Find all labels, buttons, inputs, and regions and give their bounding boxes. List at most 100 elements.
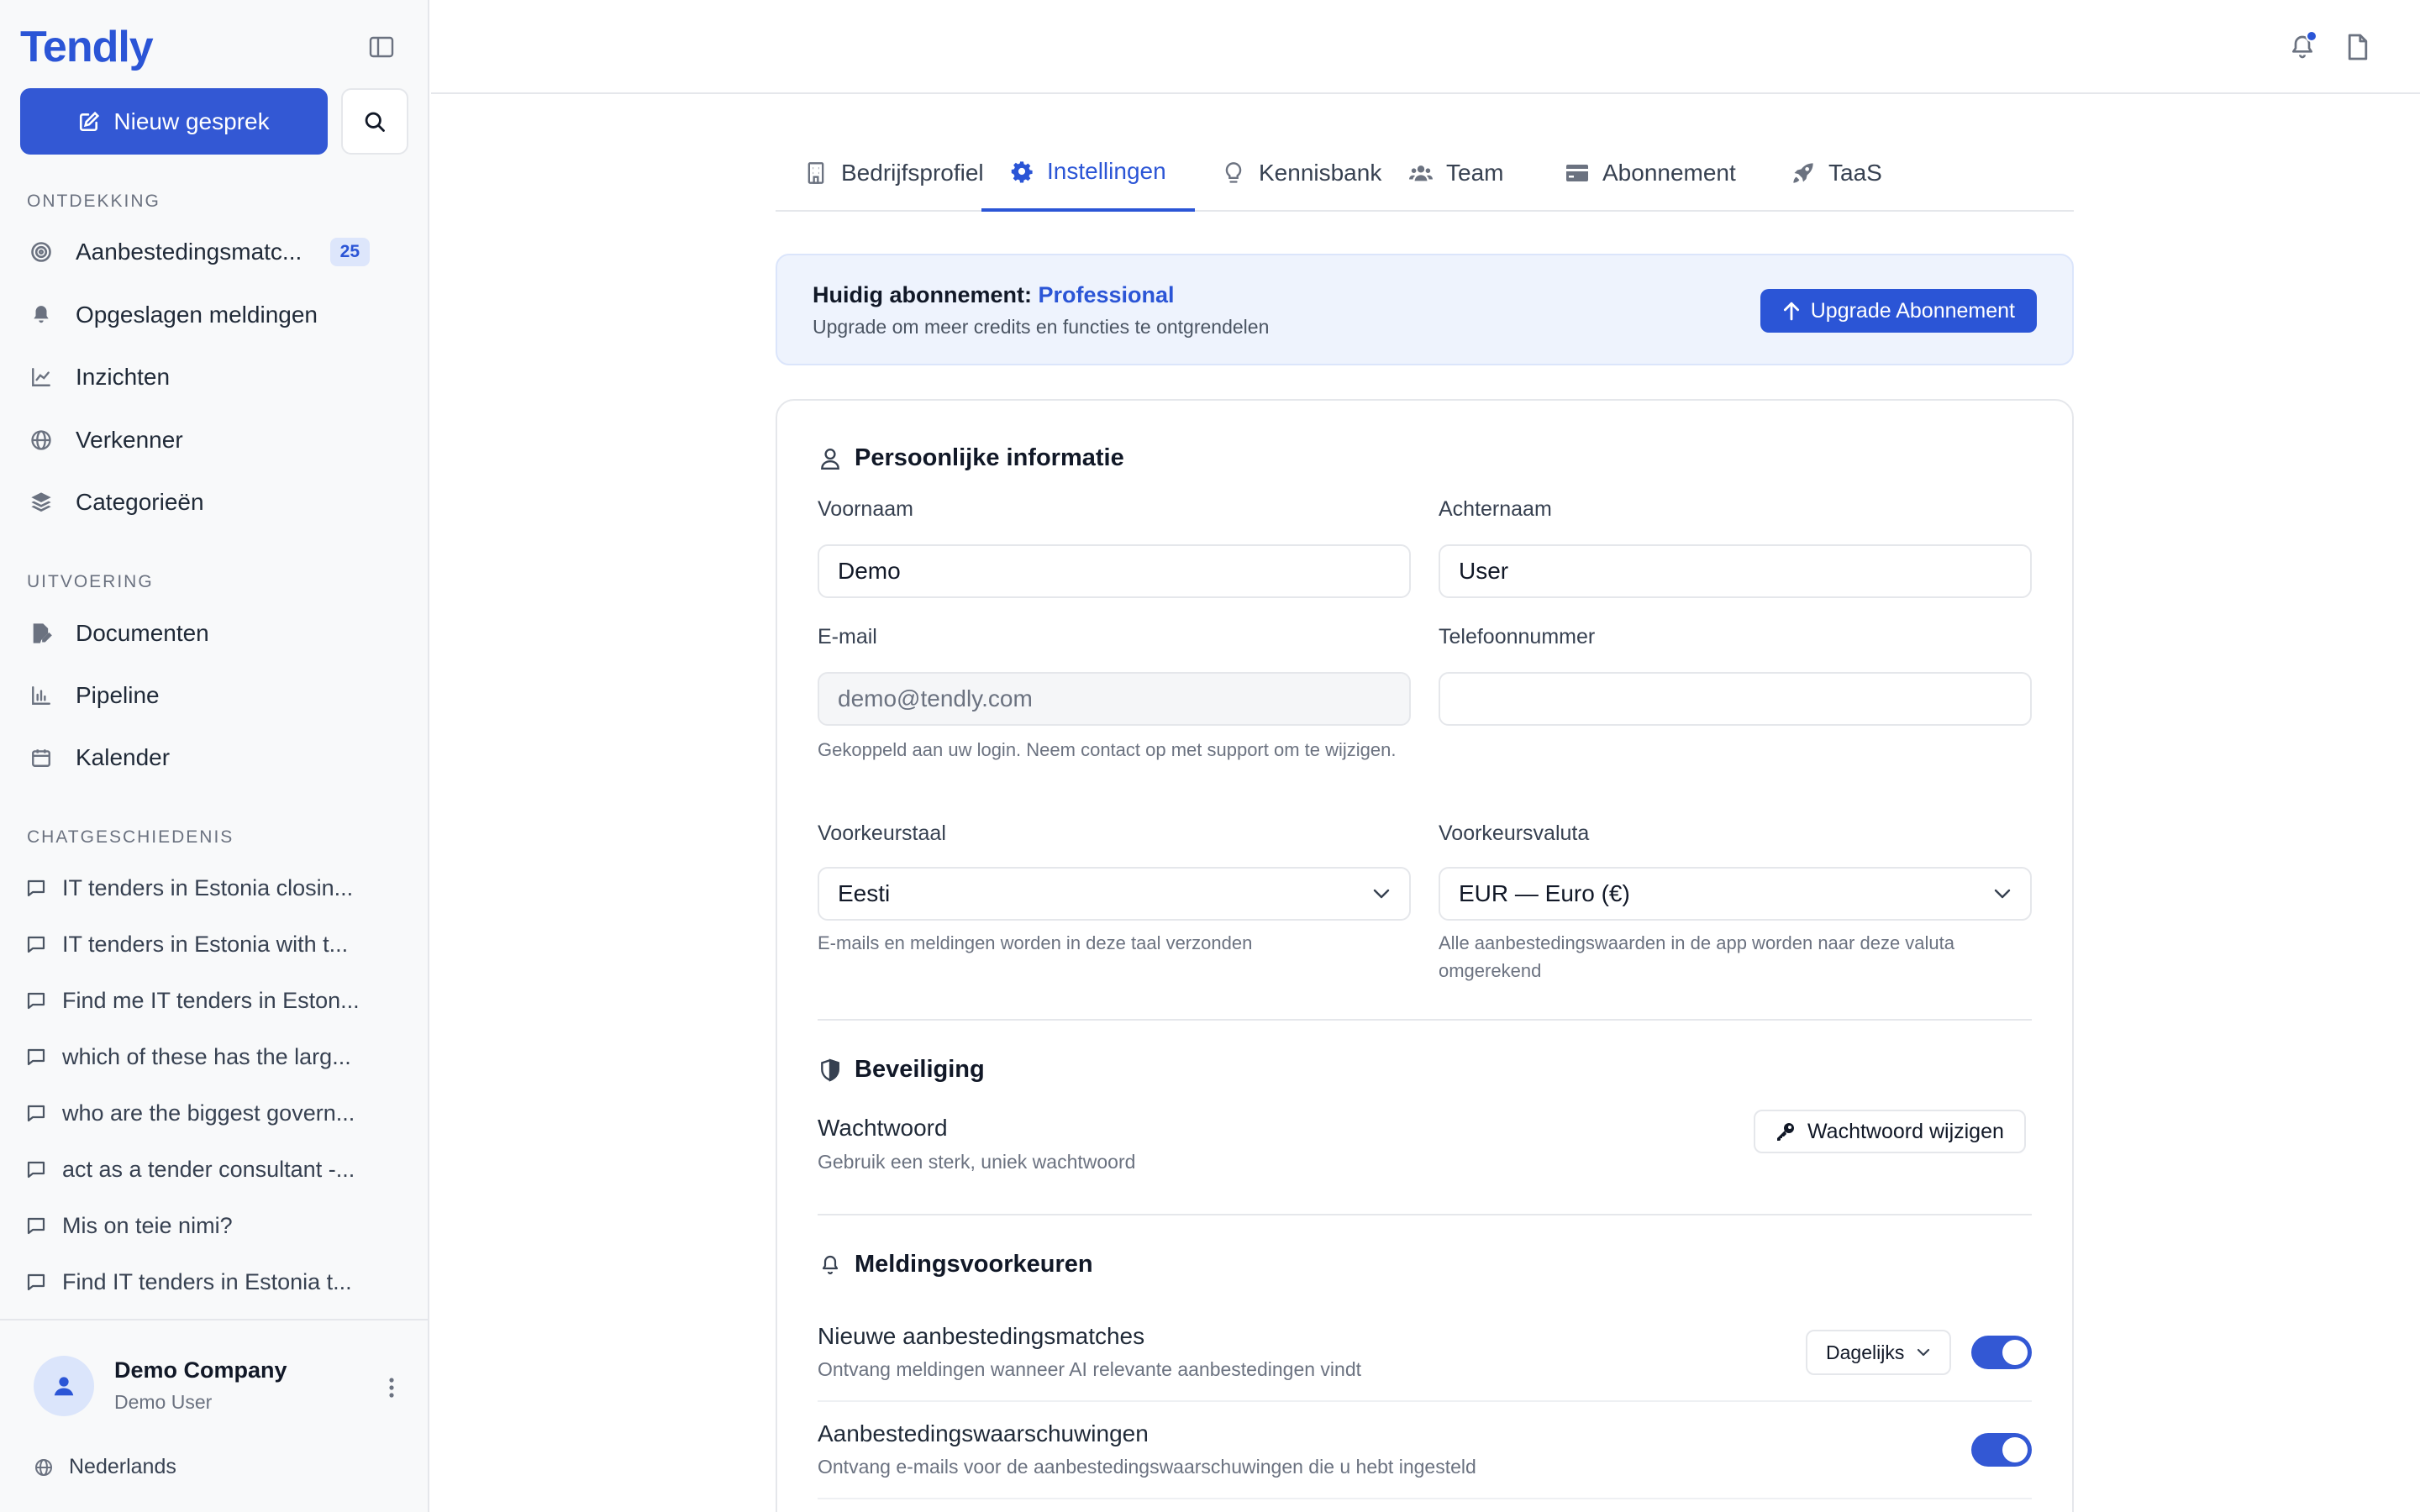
chat-history-item[interactable]: IT tenders in Estonia with t... [20, 921, 403, 968]
chat-history-item[interactable]: which of these has the larg... [20, 1033, 403, 1080]
tab-company-profile[interactable]: Bedrijfsprofiel [776, 134, 1013, 212]
file-edit-icon [29, 621, 54, 646]
last-name-input[interactable] [1439, 544, 2032, 598]
email-hint: Gekoppeld aan uw login. Neem contact op … [818, 739, 1397, 760]
tab-subscription[interactable]: Abonnement [1537, 134, 1765, 212]
first-name-label: Voornaam [818, 497, 913, 521]
email-label: E-mail [818, 625, 877, 648]
plan-title: Huidig abonnement: Professional [813, 282, 1175, 308]
selected-language: Eesti [838, 880, 891, 906]
chevron-down-icon [1373, 889, 1390, 899]
tab-label: TaaS [1828, 160, 1882, 186]
chat-history-item[interactable]: Find me IT tenders in Eston... [20, 977, 403, 1024]
chat-history-item[interactable]: Mis on teie nimi? [20, 1202, 403, 1249]
sidebar-footer: Demo Company Demo User Nederlands [0, 1319, 429, 1512]
row-separator [818, 1498, 2032, 1499]
preferred-currency-select[interactable]: EUR — Euro (€) [1439, 867, 2032, 921]
change-password-label: Wachtwoord wijzigen [1807, 1119, 2004, 1143]
new-matches-toggle[interactable] [1971, 1336, 2032, 1369]
more-options-button[interactable] [383, 1371, 400, 1404]
bell-icon [29, 302, 54, 328]
rocket-icon [1791, 161, 1815, 185]
sidebar-item-documents[interactable]: Documenten [20, 606, 403, 660]
message-icon [25, 1046, 47, 1068]
notification-row-subtitle: Ontvang e-mails voor de aanbestedingswaa… [818, 1456, 1476, 1478]
tab-knowledge-base[interactable]: Kennisbank [1193, 134, 1410, 212]
message-icon [25, 933, 47, 955]
sidebar-item-label: Kalender [76, 744, 171, 770]
language-switcher[interactable]: Nederlands [34, 1455, 176, 1479]
chat-history-item[interactable]: who are the biggest govern... [20, 1089, 403, 1137]
subscription-banner: Huidig abonnement: Professional Upgrade … [776, 254, 2074, 365]
sidebar-item-tender-matches[interactable]: Aanbestedingsmatc... 25 [20, 225, 403, 279]
sidebar-item-explorer[interactable]: Verkenner [20, 413, 403, 467]
chat-history-label: which of these has the larg... [62, 1043, 351, 1069]
avatar[interactable] [34, 1356, 94, 1416]
tab-label: Team [1446, 160, 1504, 186]
credit-card-icon [1565, 161, 1589, 185]
chat-history-item[interactable]: Find IT tenders in Estonia t... [20, 1258, 403, 1305]
plan-subtitle: Upgrade om meer credits en functies te o… [813, 316, 1270, 338]
arrow-up-icon [1783, 302, 1799, 321]
chat-history-item[interactable]: IT tenders in Estonia closin... [20, 864, 403, 911]
lightbulb-icon [1222, 161, 1245, 185]
message-icon [25, 1271, 47, 1293]
shield-icon [818, 1058, 843, 1083]
chat-history-label: IT tenders in Estonia with t... [62, 931, 349, 957]
message-icon [25, 1215, 47, 1236]
building-icon [804, 161, 828, 185]
count-badge: 25 [329, 238, 370, 266]
sidebar-item-saved-alerts[interactable]: Opgeslagen meldingen [20, 288, 403, 342]
notification-preferences-heading: Meldingsvoorkeuren [818, 1251, 1093, 1278]
phone-input[interactable] [1439, 672, 2032, 726]
users-icon [1409, 161, 1433, 185]
tab-taas[interactable]: TaaS [1763, 134, 1911, 212]
notifications-button[interactable] [2286, 30, 2319, 64]
tab-label: Bedrijfsprofiel [841, 160, 984, 186]
tab-settings[interactable]: Instellingen [981, 134, 1195, 212]
first-name-input[interactable] [818, 544, 1411, 598]
chat-history-item[interactable]: act as a tender consultant -... [20, 1146, 403, 1193]
bell-icon [818, 1252, 843, 1278]
preferred-currency-label: Voorkeursvaluta [1439, 822, 1590, 845]
selected-frequency: Dagelijks [1826, 1341, 1905, 1363]
chat-history-label: Find me IT tenders in Eston... [62, 987, 360, 1013]
sidebar-item-insights[interactable]: Inzichten [20, 350, 403, 404]
key-icon [1777, 1123, 1794, 1141]
sidebar-item-label: Aanbestedingsmatc... [76, 239, 302, 265]
tab-team[interactable]: Team [1381, 134, 1532, 212]
change-password-button[interactable]: Wachtwoord wijzigen [1754, 1110, 2026, 1153]
tender-alerts-toggle[interactable] [1971, 1433, 2032, 1467]
sidebar-toggle-button[interactable] [363, 32, 400, 62]
email-field[interactable] [818, 672, 1411, 726]
phone-label: Telefoonnummer [1439, 625, 1596, 648]
chevron-down-icon [1994, 889, 2011, 899]
search-button[interactable] [341, 88, 408, 155]
layers-icon [29, 490, 54, 515]
last-name-label: Achternaam [1439, 497, 1552, 521]
new-chat-button[interactable]: Nieuw gesprek [20, 88, 328, 155]
user-icon [54, 1377, 74, 1396]
preferred-language-select[interactable]: Eesti [818, 867, 1411, 921]
tab-label: Abonnement [1602, 160, 1736, 186]
personal-info-heading: Persoonlijke informatie [818, 444, 1124, 472]
sidebar-item-label: Pipeline [76, 682, 160, 708]
language-label: Nederlands [69, 1455, 176, 1478]
notification-row-title: Aanbestedingswaarschuwingen [818, 1420, 1149, 1446]
frequency-select[interactable]: Dagelijks [1806, 1330, 1952, 1375]
line-chart-icon [29, 365, 54, 390]
selected-currency: EUR — Euro (€) [1459, 880, 1630, 906]
sidebar-item-categories[interactable]: Categorieën [20, 475, 403, 529]
sidebar-item-calendar[interactable]: Kalender [20, 731, 403, 785]
notification-row-title: Nieuwe aanbestedingsmatches [818, 1323, 1145, 1349]
language-hint: E-mails en meldingen worden in deze taal… [818, 932, 1253, 953]
chat-history-label: Find IT tenders in Estonia t... [62, 1268, 352, 1294]
upgrade-subscription-button[interactable]: Upgrade Abonnement [1760, 289, 2037, 333]
logo[interactable]: Tendly [20, 22, 154, 72]
sidebar-item-pipeline[interactable]: Pipeline [20, 669, 403, 722]
tab-label: Instellingen [1047, 158, 1166, 184]
sidebar: Tendly Nieuw gesprek ONTDEKKING Aanbeste… [0, 0, 429, 1512]
bar-chart-icon [29, 683, 54, 708]
documents-button[interactable] [2341, 30, 2375, 64]
section-divider [818, 1214, 2032, 1215]
